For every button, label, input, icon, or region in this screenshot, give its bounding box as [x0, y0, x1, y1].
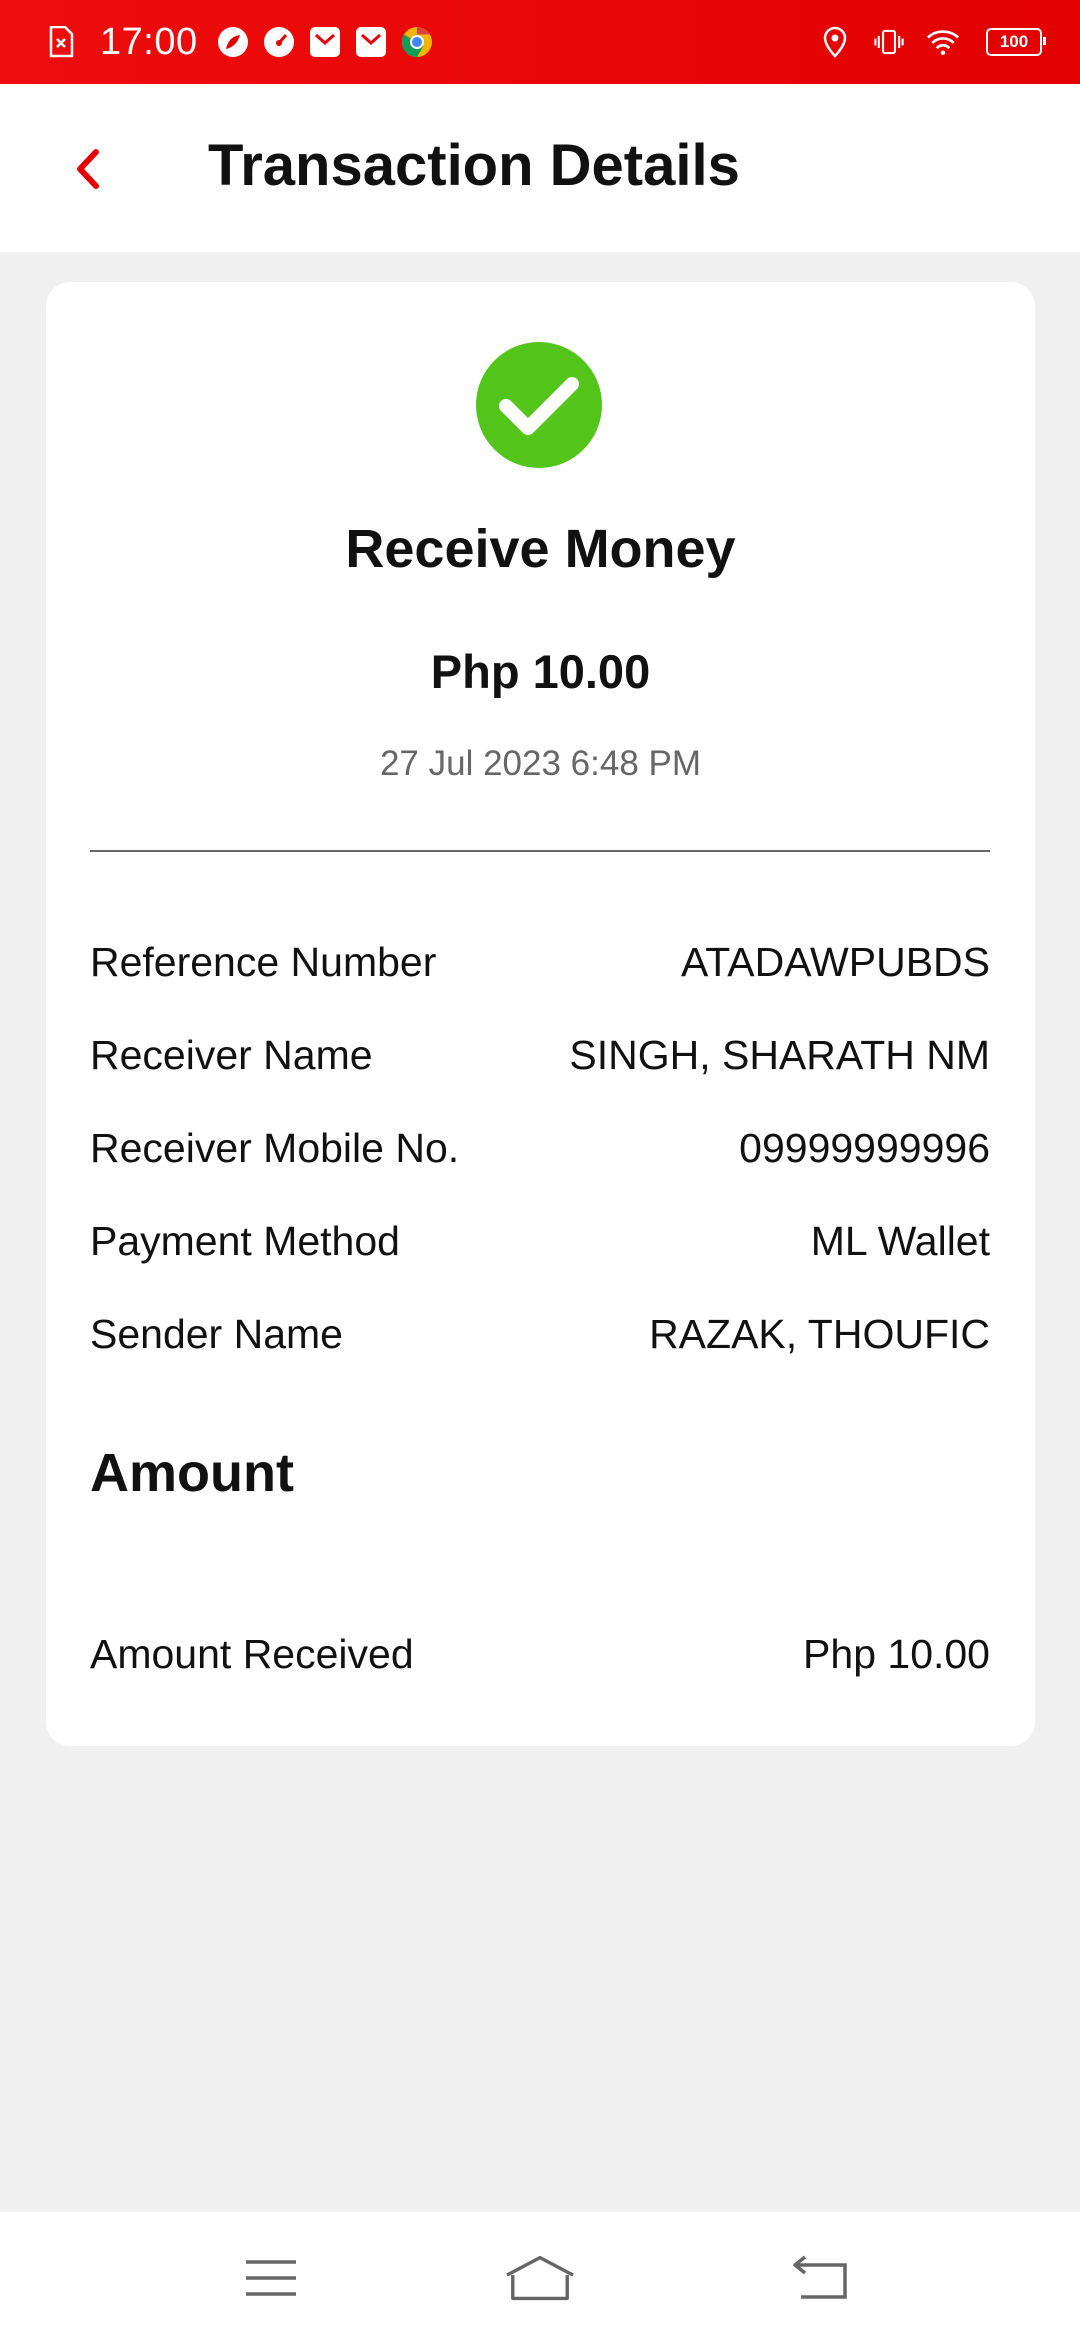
detail-value: 09999999996 [739, 1125, 990, 1171]
transaction-amount: Php 10.00 [430, 645, 651, 698]
detail-label: Reference Number [90, 939, 437, 985]
location-icon [818, 25, 852, 59]
transaction-type: Receive Money [345, 519, 736, 579]
home-icon [506, 2255, 574, 2301]
mail-icon [308, 25, 342, 59]
detail-row-receiver-name: Receiver Name SINGH, SHARATH NM [90, 1009, 990, 1102]
back-nav-button[interactable] [786, 2248, 856, 2308]
menu-button[interactable] [236, 2248, 306, 2308]
sim-error-icon [44, 25, 78, 59]
detail-value: ML Wallet [810, 1218, 990, 1264]
vibrate-icon [872, 25, 906, 59]
detail-label: Receiver Mobile No. [90, 1125, 460, 1171]
transaction-datetime: 27 Jul 2023 6:48 PM [379, 744, 702, 783]
battery-icon: 100 [986, 28, 1046, 56]
divider [90, 850, 990, 852]
app-header: Transaction Details [0, 84, 1080, 252]
detail-value: Php 10.00 [803, 1631, 990, 1677]
transaction-card: Receive Money Php 10.00 27 Jul 2023 6:48… [46, 282, 1035, 1746]
detail-label: Sender Name [90, 1311, 343, 1357]
detail-row-reference-number: Reference Number ATADAWPUBDS [90, 916, 990, 1009]
mail-icon [354, 25, 388, 59]
speedometer-icon [262, 25, 296, 59]
check-circle-icon [476, 342, 602, 468]
detail-row-sender-name: Sender Name RAZAK, THOUFIC [90, 1288, 990, 1381]
status-time: 17:00 [100, 20, 198, 63]
detail-row-payment-method: Payment Method ML Wallet [90, 1195, 990, 1288]
status-bar: 17:00 100 [0, 0, 1080, 84]
page-title: Transaction Details [208, 133, 740, 198]
back-button[interactable] [62, 144, 112, 194]
home-button[interactable] [505, 2248, 575, 2308]
detail-value: ATADAWPUBDS [680, 939, 990, 985]
detail-row-receiver-mobile: Receiver Mobile No. 09999999996 [90, 1102, 990, 1195]
detail-row-amount-received: Amount Received Php 10.00 [90, 1608, 990, 1701]
details-list: Reference Number ATADAWPUBDS Receiver Na… [90, 916, 990, 1381]
leaf-icon [216, 25, 250, 59]
back-icon [793, 2255, 847, 2299]
detail-value: SINGH, SHARATH NM [569, 1032, 990, 1078]
detail-label: Receiver Name [90, 1032, 373, 1078]
system-nav-bar [0, 2212, 1080, 2340]
wifi-icon [926, 25, 960, 59]
chrome-icon [400, 25, 434, 59]
detail-label: Amount Received [90, 1631, 414, 1677]
menu-icon [246, 2260, 296, 2296]
chevron-left-icon [77, 149, 99, 189]
detail-label: Payment Method [90, 1218, 400, 1264]
amount-section-title: Amount [90, 1443, 294, 1503]
detail-value: RAZAK, THOUFIC [649, 1311, 990, 1357]
